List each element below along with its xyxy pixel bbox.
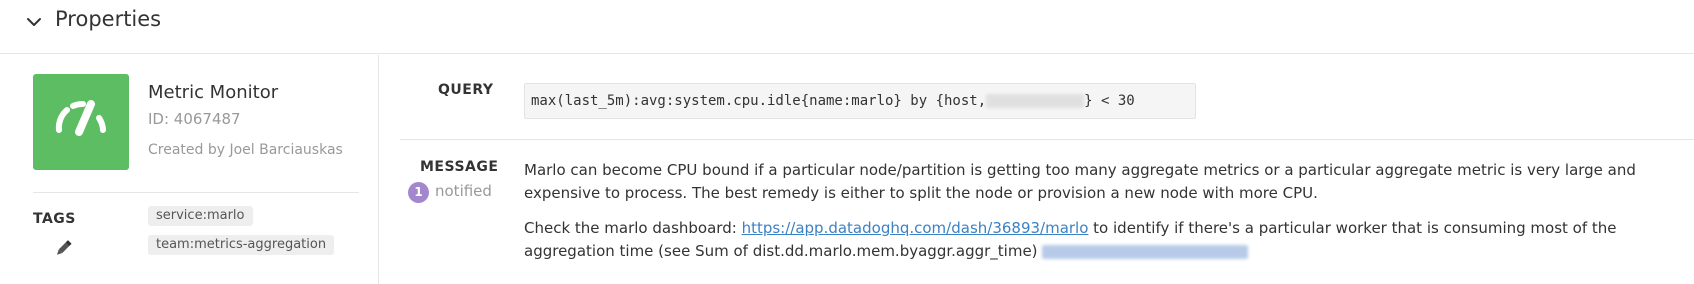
monitor-summary-panel: Metric Monitor ID: 4067487 Created by Jo…: [0, 55, 379, 284]
monitor-name: Metric Monitor: [148, 82, 279, 103]
pencil-icon[interactable]: [53, 238, 73, 258]
tag-service-marlo[interactable]: service:marlo: [148, 206, 253, 226]
monitor-id: ID: 4067487: [148, 110, 241, 128]
message-paragraph: Check the marlo dashboard: https://app.d…: [524, 217, 1684, 263]
message-body: Marlo can become CPU bound if a particul…: [524, 159, 1684, 275]
message-paragraph: Marlo can become CPU bound if a particul…: [524, 161, 1636, 202]
section-title: Properties: [55, 7, 162, 31]
properties-header[interactable]: Properties: [0, 0, 1694, 54]
tag-team-metrics-aggregation[interactable]: team:metrics-aggregation: [148, 235, 335, 255]
redacted-link: [1041, 244, 1248, 259]
query-code[interactable]: max(last_5m):avg:system.cpu.idle{name:ma…: [524, 83, 1196, 119]
divider: [33, 192, 359, 193]
tags-label: TAGS: [33, 211, 76, 227]
monitor-type-tile: [33, 74, 129, 170]
dashboard-link[interactable]: https://app.datadoghq.com/dash/36893/mar…: [742, 219, 1089, 237]
monitor-details-panel: QUERY max(last_5m):avg:system.cpu.idle{n…: [380, 55, 1694, 284]
notified-count-badge: 1: [408, 182, 429, 203]
divider: [400, 139, 1694, 140]
gauge-icon: [55, 100, 106, 136]
notified-label: notified: [435, 182, 492, 200]
chevron-down-icon[interactable]: [22, 10, 46, 34]
message-text: Check the marlo dashboard:: [524, 219, 742, 237]
redacted-host: [986, 94, 1085, 108]
query-text-end: } < 30: [1084, 93, 1135, 109]
message-label: MESSAGE: [420, 159, 499, 175]
query-text-start: max(last_5m):avg:system.cpu.idle{name:ma…: [531, 93, 987, 109]
monitor-creator: Created by Joel Barciauskas: [148, 142, 343, 158]
query-label: QUERY: [438, 82, 494, 98]
